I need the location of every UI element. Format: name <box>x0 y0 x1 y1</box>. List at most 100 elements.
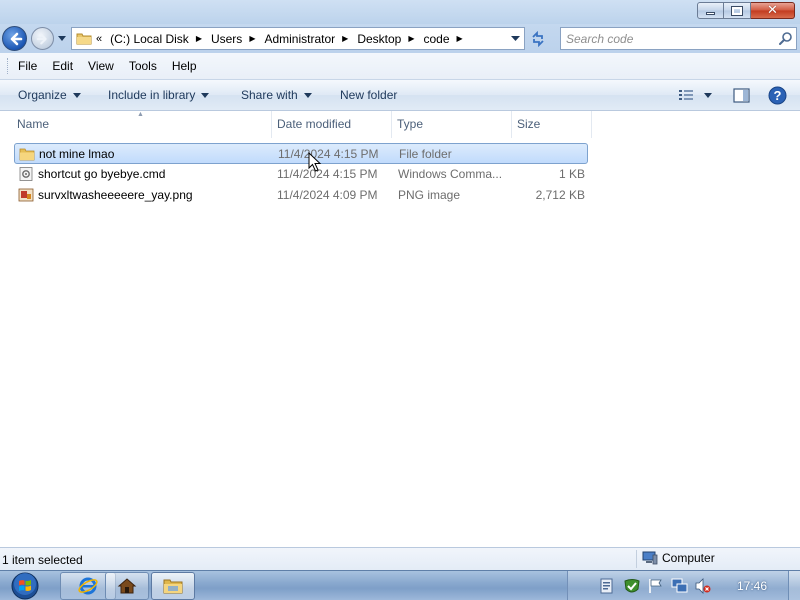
navigation-bar: « (C:) Local Disk ▶ Users ▶ Administrato… <box>0 24 800 53</box>
action-center-check-icon[interactable] <box>623 578 641 595</box>
breadcrumb-separator-icon[interactable]: ▶ <box>196 34 202 43</box>
maximize-icon <box>731 5 743 16</box>
recent-pages-dropdown-icon[interactable] <box>58 33 66 43</box>
organize-button[interactable]: Organize <box>18 88 81 102</box>
breadcrumb-code[interactable]: code <box>424 32 450 46</box>
close-button[interactable]: ✕ <box>751 2 795 19</box>
search-box[interactable] <box>560 27 797 50</box>
maximize-button[interactable] <box>724 2 751 19</box>
breadcrumb-separator-icon[interactable]: ▶ <box>457 34 463 43</box>
menu-file[interactable]: File <box>18 59 37 73</box>
location-indicator: Computer <box>642 551 715 565</box>
overflow-chevron-icon[interactable]: « <box>96 33 102 45</box>
column-header-type-label: Type <box>397 117 424 131</box>
volume-muted-icon[interactable] <box>695 578 711 594</box>
menu-bar: File Edit View Tools Help <box>0 53 800 80</box>
column-header-size[interactable]: Size <box>512 111 592 138</box>
document-tray-icon[interactable] <box>600 578 613 594</box>
file-list-pane[interactable]: ▲ Name Date modified Type Size not mine … <box>0 111 800 547</box>
file-date-modified: 11/4/2024 4:15 PM <box>278 147 379 161</box>
app-icon <box>117 578 137 594</box>
menu-help[interactable]: Help <box>172 59 197 73</box>
help-icon[interactable]: ? <box>768 86 787 105</box>
include-in-library-button[interactable]: Include in library <box>108 88 210 102</box>
refresh-icon <box>532 30 544 47</box>
preview-pane-icon[interactable] <box>733 88 750 103</box>
column-header-date-label: Date modified <box>277 117 352 131</box>
computer-icon <box>642 551 658 565</box>
search-input[interactable] <box>561 28 766 49</box>
status-divider <box>636 550 637 568</box>
clock[interactable]: 17:46 <box>737 579 767 593</box>
windows-logo-icon <box>11 572 39 600</box>
organize-label: Organize <box>18 88 67 102</box>
cmd-file-icon <box>19 167 33 181</box>
status-bar: 1 item selected Computer <box>0 547 800 570</box>
file-name: survxltwasheeeeere_yay.png <box>38 188 193 202</box>
file-row[interactable]: shortcut go byebye.cmd 11/4/2024 4:15 PM… <box>14 164 588 185</box>
chevron-down-icon <box>303 92 312 98</box>
column-header-size-label: Size <box>517 117 541 131</box>
title-bar: ✕ <box>0 0 800 24</box>
taskbar: 17:46 <box>0 570 800 600</box>
back-button[interactable] <box>2 26 27 51</box>
file-name: shortcut go byebye.cmd <box>38 167 166 181</box>
file-row[interactable]: survxltwasheeeeere_yay.png 11/4/2024 4:0… <box>14 185 588 206</box>
back-arrow-icon <box>10 32 23 46</box>
file-row[interactable]: not mine lmao 11/4/2024 4:15 PM File fol… <box>14 143 588 164</box>
breadcrumb-separator-icon[interactable]: ▶ <box>408 34 414 43</box>
column-headers: ▲ Name Date modified Type Size <box>0 111 592 138</box>
file-type: Windows Comma... <box>398 167 503 181</box>
change-view-icon[interactable] <box>678 89 694 102</box>
caption-buttons: ✕ <box>697 2 795 19</box>
start-button[interactable] <box>6 571 44 600</box>
breadcrumb-separator-icon[interactable]: ▶ <box>249 34 255 43</box>
column-header-type[interactable]: Type <box>392 111 512 138</box>
file-date-modified: 11/4/2024 4:09 PM <box>277 188 378 202</box>
taskbar-app[interactable] <box>105 572 149 600</box>
location-label: Computer <box>662 551 715 565</box>
mouse-cursor-icon <box>308 152 322 172</box>
view-options-dropdown-icon[interactable] <box>704 93 712 98</box>
address-bar[interactable]: « (C:) Local Disk ▶ Users ▶ Administrato… <box>71 27 525 50</box>
breadcrumb-users[interactable]: Users <box>211 32 242 46</box>
folder-icon <box>19 148 35 161</box>
breadcrumb-desktop[interactable]: Desktop <box>357 32 401 46</box>
column-header-name[interactable]: ▲ Name <box>0 111 272 138</box>
forward-button[interactable] <box>31 27 54 50</box>
internet-explorer-icon <box>78 577 98 595</box>
new-folder-label: New folder <box>340 88 398 102</box>
forward-arrow-icon <box>36 33 47 45</box>
refresh-button[interactable] <box>527 28 549 49</box>
file-size: 2,712 KB <box>535 188 585 202</box>
minimize-button[interactable] <box>697 2 724 19</box>
menu-tools[interactable]: Tools <box>129 59 157 73</box>
flag-icon[interactable] <box>648 578 663 594</box>
sort-ascending-icon: ▲ <box>137 111 144 118</box>
command-bar: Organize Include in library Share with N… <box>0 80 800 111</box>
png-file-icon <box>18 188 34 202</box>
chevron-down-icon <box>201 92 210 98</box>
file-type: File folder <box>399 147 452 161</box>
share-with-label: Share with <box>241 88 298 102</box>
breadcrumb-separator-icon[interactable]: ▶ <box>342 34 348 43</box>
address-history-dropdown-icon[interactable] <box>511 36 520 42</box>
search-icon[interactable] <box>778 31 793 46</box>
include-in-library-label: Include in library <box>108 88 196 102</box>
folder-icon <box>76 33 92 45</box>
close-icon: ✕ <box>767 3 778 18</box>
breadcrumb-local-disk[interactable]: (C:) Local Disk <box>110 32 189 46</box>
taskbar-windows-explorer[interactable] <box>151 572 195 600</box>
menu-view[interactable]: View <box>88 59 114 73</box>
share-with-button[interactable]: Share with <box>241 88 312 102</box>
column-header-name-label: Name <box>17 117 50 131</box>
chevron-down-icon <box>72 92 81 98</box>
column-header-date-modified[interactable]: Date modified <box>272 111 392 138</box>
menu-edit[interactable]: Edit <box>52 59 73 73</box>
file-date-modified: 11/4/2024 4:15 PM <box>277 167 378 181</box>
svg-text:?: ? <box>774 88 782 103</box>
network-icon[interactable] <box>671 578 688 594</box>
breadcrumb-administrator[interactable]: Administrator <box>264 32 335 46</box>
show-desktop-button[interactable] <box>788 571 800 600</box>
new-folder-button[interactable]: New folder <box>340 88 397 102</box>
